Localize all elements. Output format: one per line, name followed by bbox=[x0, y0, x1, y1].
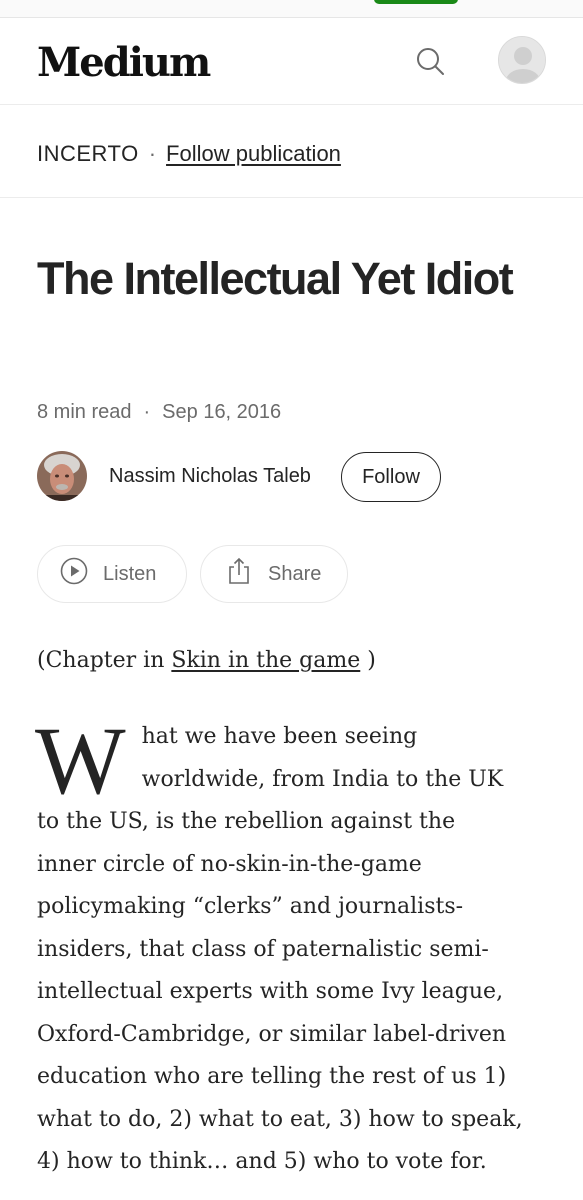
body-line: insiders, that class of paternalistic se… bbox=[37, 936, 489, 962]
body-line: 4) how to think… and 5) who to vote for. bbox=[37, 1149, 487, 1174]
read-time: 8 min read bbox=[37, 401, 132, 423]
body-line: intellectual experts with some Ivy leagu… bbox=[37, 979, 504, 1004]
body-line: education who are telling the rest of us… bbox=[37, 1064, 507, 1089]
search-icon[interactable] bbox=[412, 43, 448, 79]
listen-label: Listen bbox=[103, 562, 157, 585]
body-line: what to do, 2) what to eat, 3) how to sp… bbox=[37, 1106, 523, 1132]
body-line: Oxford-Cambridge, or similar label-drive… bbox=[37, 1021, 507, 1047]
chapter-suffix: ) bbox=[360, 648, 376, 673]
chapter-note: (Chapter in Skin in the game ) bbox=[37, 648, 376, 673]
browser-top-strip bbox=[0, 0, 583, 18]
chapter-link[interactable]: Skin in the game bbox=[171, 648, 360, 673]
meta-separator: · bbox=[143, 401, 151, 423]
author-name[interactable]: Nassim Nicholas Taleb bbox=[109, 465, 311, 488]
drop-cap: W bbox=[35, 707, 126, 814]
body-line: to the US, is the rebellion against the bbox=[37, 809, 456, 834]
user-avatar-icon[interactable] bbox=[498, 36, 546, 84]
publication-bar: INCERTO · Follow publication bbox=[0, 106, 583, 198]
author-avatar[interactable] bbox=[37, 451, 87, 501]
play-icon bbox=[59, 556, 89, 592]
author-row: Nassim Nicholas Taleb bbox=[37, 450, 311, 502]
share-icon bbox=[224, 556, 254, 592]
article-body: W hat we have been seeing worldwide, fro… bbox=[35, 707, 557, 1184]
body-line: policymaking “clerks” and journalists- bbox=[37, 894, 464, 919]
article-meta: 8 min read · Sep 16, 2016 bbox=[37, 401, 281, 424]
follow-publication-link[interactable]: Follow publication bbox=[166, 140, 341, 168]
listen-button[interactable]: Listen bbox=[37, 545, 187, 603]
publish-date: Sep 16, 2016 bbox=[162, 401, 282, 423]
share-label: Share bbox=[268, 562, 322, 585]
article-title: The Intellectual Yet Idiot bbox=[37, 253, 514, 304]
body-line: inner circle of no-skin-in-the-game bbox=[37, 851, 422, 877]
follow-author-button[interactable]: Follow bbox=[341, 452, 441, 502]
bottom-toolbar-edge bbox=[0, 1194, 583, 1200]
site-header: Medium bbox=[0, 19, 583, 105]
share-button[interactable]: Share bbox=[200, 545, 348, 603]
publication-name[interactable]: INCERTO bbox=[37, 140, 139, 168]
medium-logo[interactable]: Medium bbox=[37, 39, 211, 86]
chapter-prefix: (Chapter in bbox=[37, 648, 172, 673]
separator-dot: · bbox=[148, 141, 157, 166]
top-green-indicator bbox=[374, 0, 458, 4]
